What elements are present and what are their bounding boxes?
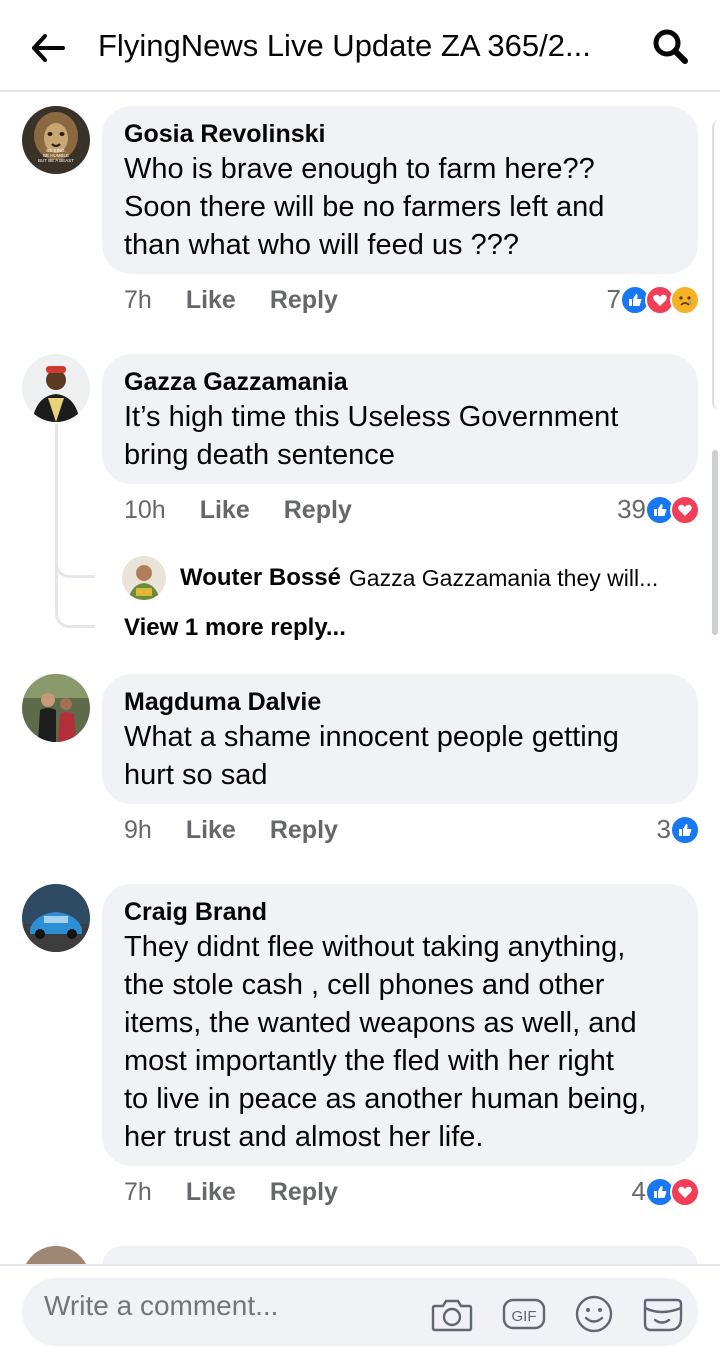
comment-time[interactable]: 9h <box>124 816 152 845</box>
reaction-summary[interactable]: 4 <box>632 1176 700 1207</box>
comment-bubble[interactable]: Craig Brand They didnt flee without taki… <box>102 884 698 1166</box>
comment-time[interactable]: 10h <box>124 496 166 525</box>
emoji-icon[interactable] <box>572 1292 616 1336</box>
reply-button[interactable]: Reply <box>270 286 338 315</box>
reply-author[interactable]: Wouter Bossé <box>180 564 341 592</box>
reaction-summary[interactable]: 7 <box>607 284 700 315</box>
comment-actions: 10h Like Reply <box>124 496 386 525</box>
reaction-count: 7 <box>606 284 621 314</box>
reaction-summary[interactable]: 3 <box>657 814 700 845</box>
like-button[interactable]: Like <box>186 816 236 845</box>
like-button[interactable]: Like <box>200 496 250 525</box>
comment-input-container[interactable]: GIF <box>22 1278 698 1346</box>
avatar[interactable] <box>22 354 90 422</box>
comment-text: Who is brave enough to farm here?? Soon … <box>124 153 605 261</box>
page-edge <box>712 120 720 410</box>
view-more-replies-link[interactable]: View 1 more reply... <box>124 614 346 642</box>
like-button[interactable]: Like <box>186 1178 236 1207</box>
sticker-icon[interactable] <box>640 1292 684 1336</box>
reply-text: Gazza Gazzamania they will... <box>348 564 659 591</box>
search-icon[interactable] <box>648 24 692 68</box>
comment-actions: 7h Like Reply <box>124 286 372 315</box>
reply-button[interactable]: Reply <box>270 1178 338 1207</box>
top-bar: FlyingNews Live Update ZA 365/2... <box>0 0 720 92</box>
reply-button[interactable]: Reply <box>270 816 338 845</box>
reaction-summary[interactable]: 39 <box>617 494 700 525</box>
comment-input[interactable] <box>44 1290 444 1322</box>
love-reaction-icon <box>670 1176 700 1207</box>
thread-connector <box>55 598 95 628</box>
comment-actions: 9h Like Reply <box>124 816 372 845</box>
sad-reaction-icon <box>670 284 700 315</box>
svg-text:BUT BE A BEAST: BUT BE A BEAST <box>38 158 74 163</box>
comment-author[interactable]: Gosia Revolinski <box>124 118 676 150</box>
avatar[interactable] <box>22 674 90 742</box>
love-reaction-icon <box>670 494 700 525</box>
comment-author[interactable]: Craig Brand <box>124 896 676 928</box>
like-reaction-icon <box>670 814 700 845</box>
comment-composer: GIF <box>0 1264 720 1355</box>
avatar[interactable]: BE KIND. BE HUMBLE BUT BE A BEAST <box>22 106 90 174</box>
thread-line <box>55 424 58 604</box>
comment-time[interactable]: 7h <box>124 286 152 315</box>
page-title: FlyingNews Live Update ZA 365/2... <box>98 28 591 63</box>
gif-icon[interactable]: GIF <box>502 1292 546 1336</box>
comment-text: They didnt flee without taking anything,… <box>124 931 647 1153</box>
like-button[interactable]: Like <box>186 286 236 315</box>
reaction-count: 39 <box>617 494 646 524</box>
comment-text: What a shame innocent people getting hur… <box>124 721 619 791</box>
reaction-count: 3 <box>656 814 671 844</box>
reaction-count: 4 <box>631 1176 646 1206</box>
reply-preview[interactable]: Wouter Bossé Gazza Gazzamania they will.… <box>122 556 658 600</box>
comment-author[interactable]: Gazza Gazzamania <box>124 366 676 398</box>
scrollbar[interactable] <box>712 450 718 635</box>
comment-author[interactable]: Magduma Dalvie <box>124 686 676 718</box>
back-arrow-icon[interactable] <box>28 28 68 68</box>
avatar[interactable] <box>22 884 90 952</box>
comment-bubble[interactable]: Gosia Revolinski Who is brave enough to … <box>102 106 698 274</box>
camera-icon[interactable] <box>430 1292 474 1336</box>
comment-bubble[interactable]: Gazza Gazzamania It’s high time this Use… <box>102 354 698 484</box>
comment-text: It’s high time this Useless Government b… <box>124 401 619 471</box>
svg-text:GIF: GIF <box>512 1308 537 1325</box>
comment-time[interactable]: 7h <box>124 1178 152 1207</box>
comment-bubble[interactable]: Magduma Dalvie What a shame innocent peo… <box>102 674 698 804</box>
avatar[interactable] <box>122 556 166 600</box>
comment-actions: 7h Like Reply <box>124 1178 372 1207</box>
thread-connector <box>55 548 95 578</box>
reply-button[interactable]: Reply <box>284 496 352 525</box>
